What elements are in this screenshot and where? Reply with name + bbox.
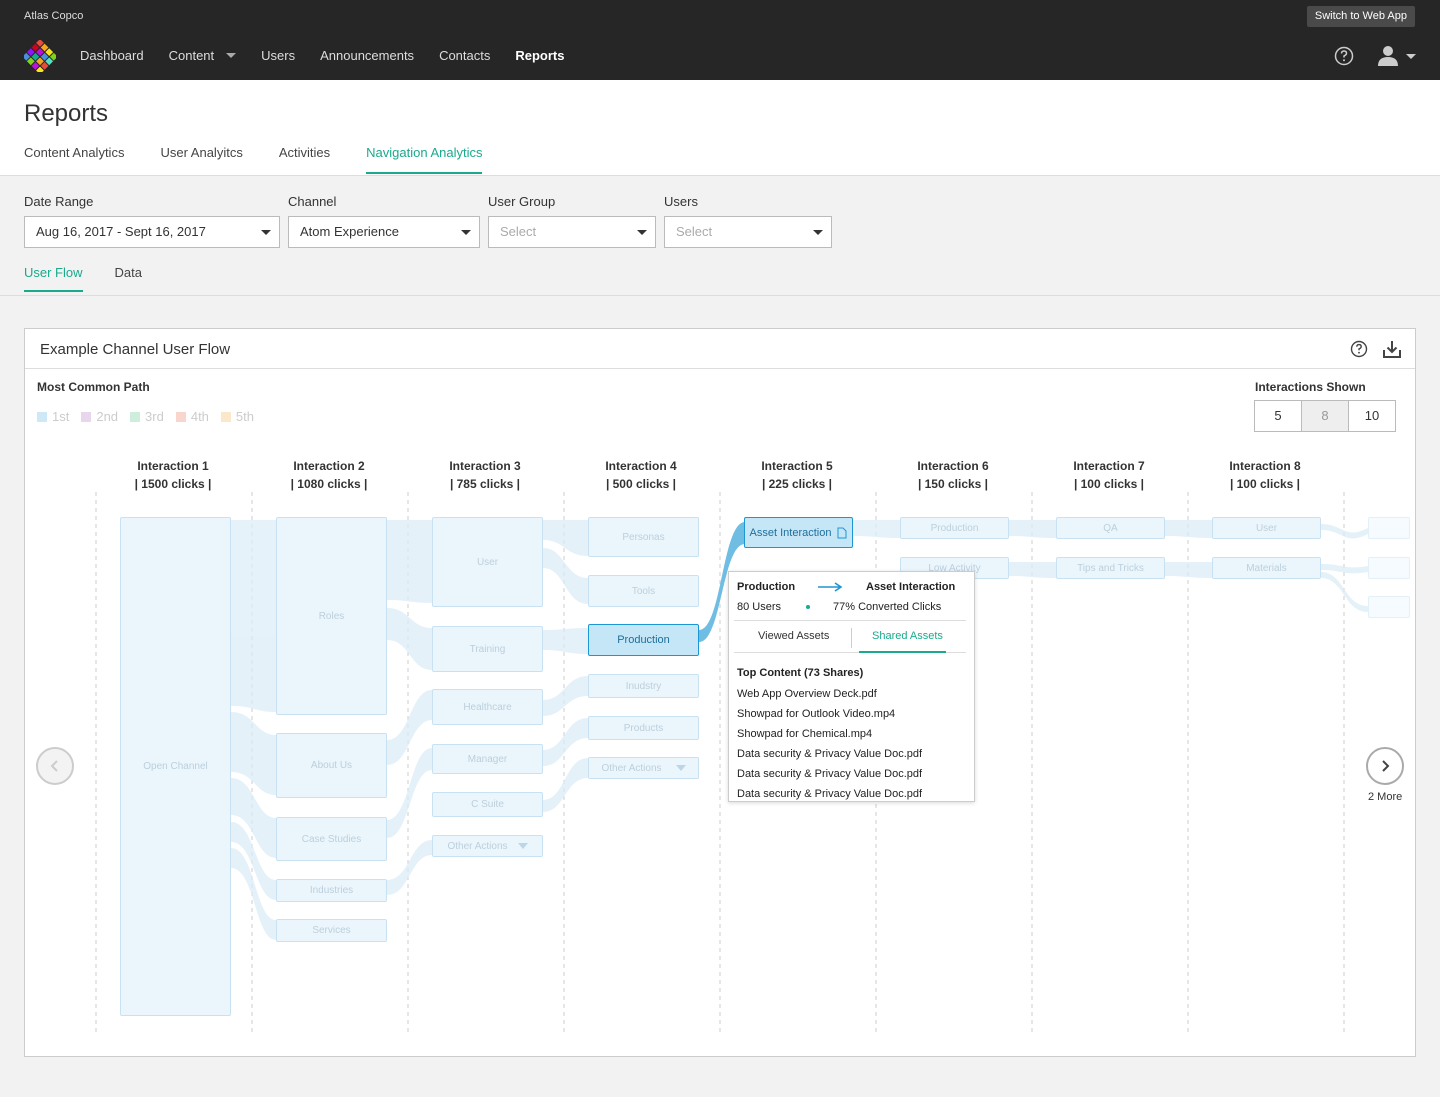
list-item[interactable]: Showpad for Outlook Video.mp4: [737, 704, 922, 724]
tooltip-to: Asset Interaction: [866, 581, 956, 593]
link-detail-tooltip: Production Asset Interaction 80 Users 77…: [728, 571, 975, 802]
chevron-left-icon: [50, 760, 58, 772]
separator-dot: [806, 605, 810, 609]
flow-node-tips-and-tricks[interactable]: Tips and Tricks: [1056, 557, 1165, 579]
chevron-right-icon: [1382, 760, 1390, 772]
interaction-name: Interaction 2: [293, 459, 365, 473]
flow-node-asset-interaction[interactable]: Asset Interaction: [744, 517, 853, 548]
interaction-name: Interaction 4: [605, 459, 677, 473]
node-label: Asset Interaction: [749, 526, 832, 539]
flow-node-c-suite[interactable]: C Suite: [432, 792, 543, 817]
node-label: Other Actions: [601, 762, 662, 774]
flow-node-production-6[interactable]: Production: [900, 517, 1009, 539]
interaction-3-header: Interaction 3 | 785 clicks |: [415, 457, 555, 493]
active-tab-underline: [859, 651, 946, 653]
tooltip-tab-viewed-assets[interactable]: Viewed Assets: [758, 630, 829, 642]
list-item[interactable]: Data security & Privacy Value Doc.pdf: [737, 744, 922, 764]
interaction-name: Interaction 6: [917, 459, 989, 473]
interaction-name: Interaction 7: [1073, 459, 1145, 473]
interaction-clicks: | 785 clicks |: [449, 477, 521, 491]
divider: [851, 628, 852, 648]
flow-node-next[interactable]: [1368, 517, 1410, 539]
tooltip-users: 80 Users: [737, 601, 782, 613]
interaction-name: Interaction 3: [449, 459, 521, 473]
list-item[interactable]: Showpad for Chemical.mp4: [737, 724, 922, 744]
flow-node-industries[interactable]: Industries: [276, 879, 387, 902]
node-label: Other Actions: [447, 840, 508, 852]
document-icon: [837, 527, 847, 538]
interaction-name: Interaction 1: [137, 459, 209, 473]
flow-node-other-actions-4[interactable]: Other Actions: [588, 757, 699, 779]
flow-node-manager[interactable]: Manager: [432, 744, 543, 774]
flow-node-roles[interactable]: Roles: [276, 517, 387, 715]
flow-node-other-actions-3[interactable]: Other Actions: [432, 835, 543, 857]
interaction-clicks: | 100 clicks |: [1073, 477, 1145, 491]
interaction-clicks: | 500 clicks |: [605, 477, 677, 491]
flow-node-production[interactable]: Production: [588, 624, 699, 656]
list-item[interactable]: Data security & Privacy Value Doc.pdf: [737, 784, 922, 801]
list-item[interactable]: Data security & Privacy Value Doc.pdf: [737, 764, 922, 784]
tooltip-converted: 77% Converted Clicks: [833, 601, 942, 613]
top-content-title: Top Content (73 Shares): [737, 667, 864, 679]
interaction-clicks: | 225 clicks |: [761, 477, 833, 491]
chevron-down-icon: [517, 843, 528, 849]
flow-node-tools[interactable]: Tools: [588, 575, 699, 607]
list-item[interactable]: Web App Overview Deck.pdf: [737, 684, 922, 704]
interaction-clicks: | 100 clicks |: [1229, 477, 1301, 491]
interaction-clicks: | 1500 clicks |: [134, 477, 212, 491]
interaction-name: Interaction 5: [761, 459, 833, 473]
interaction-clicks: | 1080 clicks |: [290, 477, 368, 491]
interaction-7-header: Interaction 7 | 100 clicks |: [1039, 457, 1179, 493]
flow-node-services[interactable]: Services: [276, 919, 387, 942]
flow-node-user-8[interactable]: User: [1212, 517, 1321, 539]
arrow-right-icon: [818, 582, 843, 592]
tooltip-from: Production: [737, 581, 796, 593]
flow-node-industry[interactable]: Inudstry: [588, 674, 699, 698]
flow-node-personas[interactable]: Personas: [588, 517, 699, 557]
chevron-down-icon: [675, 765, 686, 771]
flow-node-healthcare[interactable]: Healthcare: [432, 689, 543, 725]
interaction-1-header: Interaction 1 | 1500 clicks |: [103, 457, 243, 493]
flow-node-about-us[interactable]: About Us: [276, 733, 387, 798]
divider: [734, 620, 966, 621]
flow-node-training[interactable]: Training: [432, 626, 543, 672]
interaction-4-header: Interaction 4 | 500 clicks |: [571, 457, 711, 493]
flow-node-products[interactable]: Products: [588, 716, 699, 740]
flow-node-open-channel[interactable]: Open Channel: [120, 517, 231, 1016]
interaction-2-header: Interaction 2 | 1080 clicks |: [259, 457, 399, 493]
interaction-8-header: Interaction 8 | 100 clicks |: [1195, 457, 1335, 493]
interaction-6-header: Interaction 6 | 150 clicks |: [883, 457, 1023, 493]
flow-node-next[interactable]: [1368, 557, 1410, 579]
tooltip-tab-shared-assets[interactable]: Shared Assets: [872, 630, 943, 642]
flow-node-user[interactable]: User: [432, 517, 543, 607]
user-flow-diagram: Interaction 1 | 1500 clicks | Interaction…: [0, 0, 1440, 1097]
interaction-name: Interaction 8: [1229, 459, 1301, 473]
next-button[interactable]: [1366, 747, 1404, 785]
interaction-5-header: Interaction 5 | 225 clicks |: [727, 457, 867, 493]
flow-node-qa[interactable]: QA: [1056, 517, 1165, 539]
interaction-clicks: | 150 clicks |: [917, 477, 989, 491]
more-interactions-label: 2 More: [1368, 791, 1403, 803]
flow-node-next[interactable]: [1368, 596, 1410, 618]
flow-node-case-studies[interactable]: Case Studies: [276, 817, 387, 861]
previous-button[interactable]: [36, 747, 74, 785]
top-content-list: Web App Overview Deck.pdf Showpad for Ou…: [737, 684, 922, 801]
flow-node-materials[interactable]: Materials: [1212, 557, 1321, 579]
